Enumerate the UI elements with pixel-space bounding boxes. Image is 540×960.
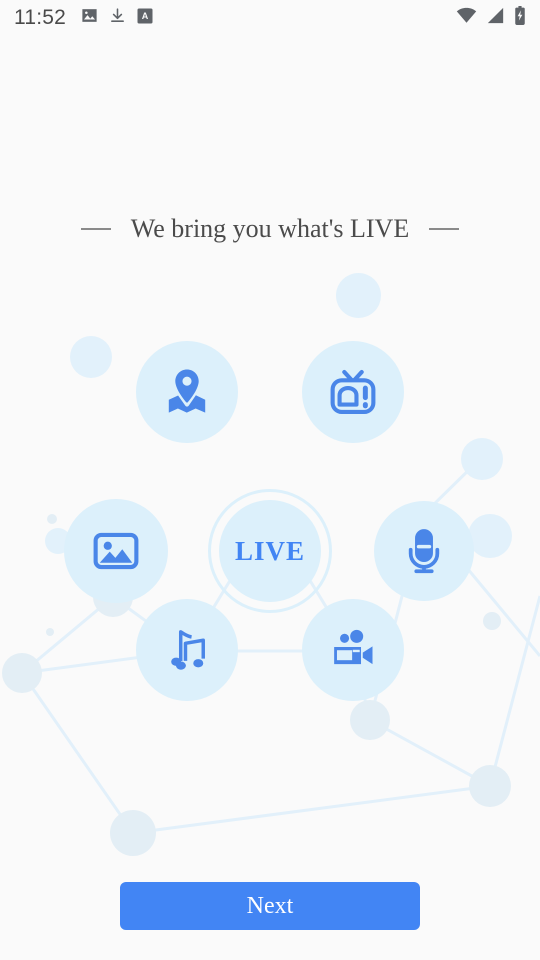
feature-node-music[interactable] — [136, 599, 238, 701]
microphone-icon — [399, 526, 449, 576]
feature-node-audio[interactable] — [374, 501, 474, 601]
feature-node-video[interactable] — [302, 599, 404, 701]
decorative-blob-top — [336, 273, 381, 318]
onboarding-illustration: We bring you what's LIVE LIVE — [0, 36, 540, 960]
decorative-blob-right-lower — [468, 514, 512, 558]
image-icon — [80, 6, 99, 30]
headline: We bring you what's LIVE — [0, 214, 540, 244]
feature-node-tv[interactable] — [302, 341, 404, 443]
headline-text: We bring you what's LIVE — [130, 214, 410, 243]
headline-dash-left — [80, 228, 111, 230]
battery-charging-icon — [514, 6, 526, 30]
status-bar-notification-icons: A — [80, 6, 154, 30]
photo-icon — [90, 525, 142, 577]
next-button[interactable]: Next — [120, 882, 420, 930]
music-icon — [161, 624, 213, 676]
live-node-label: LIVE — [234, 535, 306, 566]
status-bar: 11:52 A — [0, 0, 540, 36]
location-icon — [161, 366, 213, 418]
decorative-blob-left — [70, 336, 112, 378]
headline-dash-right — [429, 228, 460, 230]
feature-node-photos[interactable] — [64, 499, 168, 603]
app-letter-a-icon: A — [136, 7, 154, 30]
video-camera-icon — [327, 624, 379, 676]
footer: Next — [0, 882, 540, 960]
decorative-blob-right-upper — [461, 438, 503, 480]
status-bar-system-icons — [456, 6, 526, 30]
feature-node-location[interactable] — [136, 341, 238, 443]
cell-signal-icon — [486, 7, 505, 29]
tv-icon — [327, 366, 379, 418]
status-bar-clock: 11:52 — [14, 6, 66, 29]
wifi-icon — [456, 7, 477, 29]
download-icon — [109, 6, 126, 30]
svg-text:A: A — [142, 11, 149, 21]
live-node[interactable]: LIVE — [219, 500, 321, 602]
